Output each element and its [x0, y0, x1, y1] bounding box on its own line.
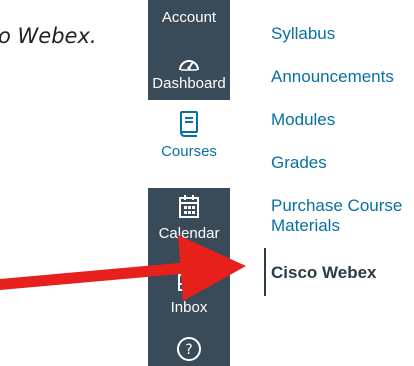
nav-dashboard-label: Dashboard: [152, 75, 226, 92]
nav-account[interactable]: Account: [148, 10, 230, 26]
course-link-announcements[interactable]: Announcements: [271, 67, 394, 87]
course-navigation: Syllabus Announcements Modules Grades Pu…: [258, 0, 414, 366]
nav-inbox[interactable]: Inbox: [148, 274, 230, 316]
nav-dashboard[interactable]: Dashboard: [148, 52, 230, 92]
nav-account-label: Account: [161, 9, 217, 26]
course-link-grades[interactable]: Grades: [271, 153, 327, 173]
instruction-text-fragment: o Webex.: [0, 24, 97, 48]
course-link-purchase-materials[interactable]: Purchase Course Materials: [271, 196, 414, 236]
global-navigation: Account Dashboard Courses Calendar Inbox…: [148, 0, 230, 366]
course-link-cisco-webex[interactable]: Cisco Webex: [271, 263, 377, 283]
nav-help[interactable]: ?: [148, 336, 230, 362]
nav-inbox-label: Inbox: [170, 299, 208, 316]
course-link-syllabus[interactable]: Syllabus: [271, 24, 335, 44]
nav-courses[interactable]: Courses: [148, 100, 230, 188]
nav-courses-label: Courses: [161, 143, 217, 160]
inbox-icon: [178, 274, 200, 291]
dashboard-gauge-icon: [179, 60, 199, 71]
course-link-modules[interactable]: Modules: [271, 110, 335, 130]
svg-text:?: ?: [185, 342, 192, 358]
book-icon: [180, 111, 198, 137]
current-page-indicator: [264, 248, 266, 296]
nav-calendar-label: Calendar: [158, 225, 220, 242]
nav-calendar[interactable]: Calendar: [148, 194, 230, 242]
calendar-icon: [179, 195, 199, 218]
help-icon: ?: [177, 337, 201, 361]
